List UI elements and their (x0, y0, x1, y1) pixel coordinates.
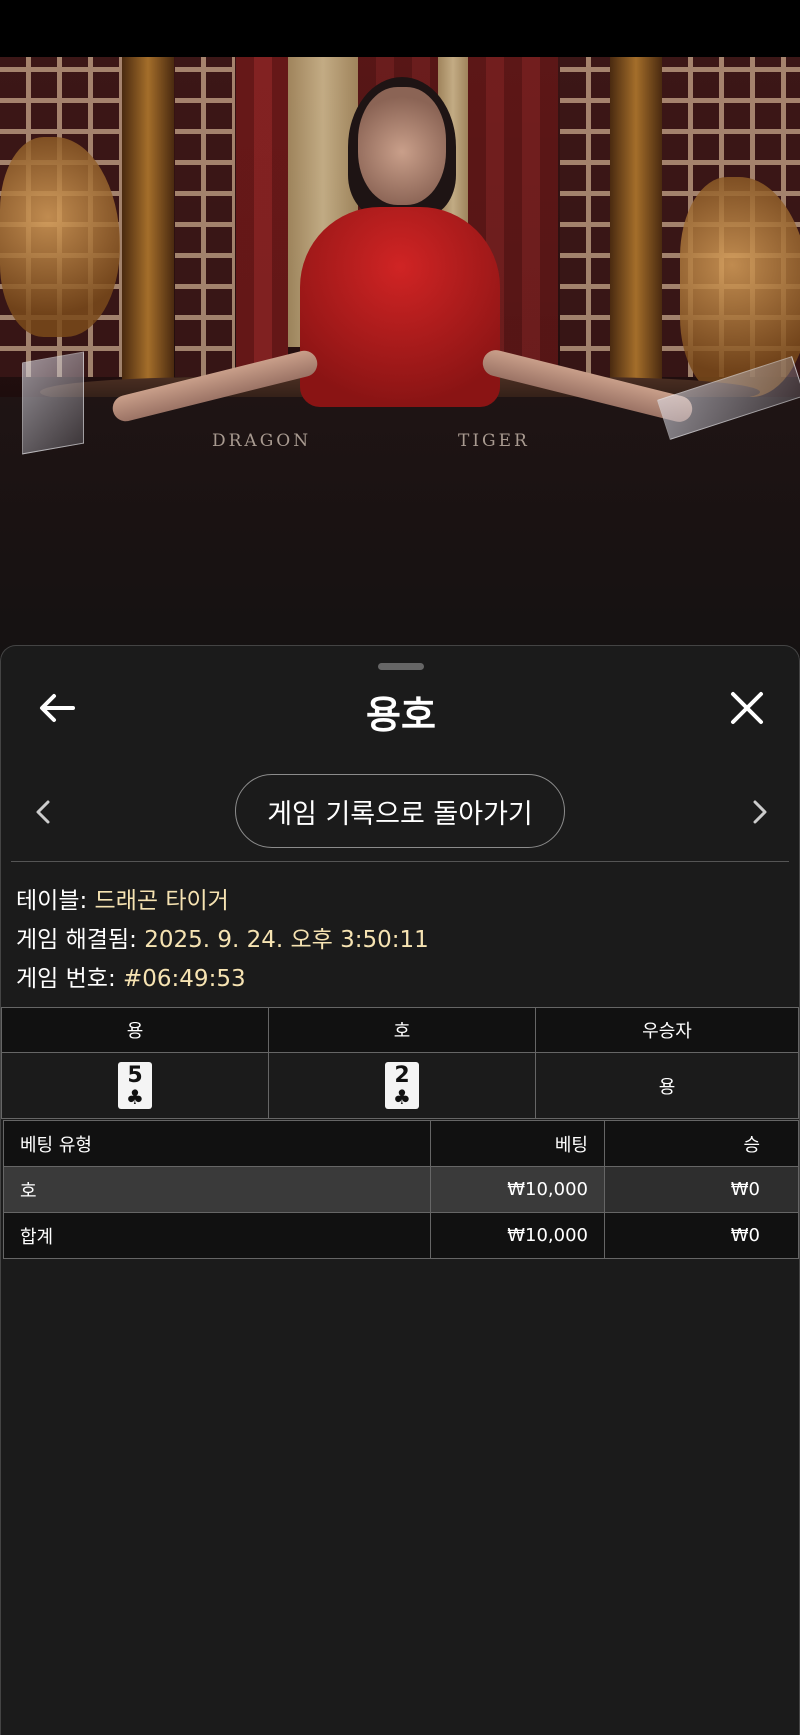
divider (11, 861, 789, 862)
dragon-table-label: DRAGON (212, 431, 312, 451)
close-button[interactable] (725, 686, 769, 730)
table-info: 테이블: 드래곤 타이거 (16, 881, 229, 915)
card-shoe (22, 351, 84, 455)
tiger-table-label: TIGER (458, 431, 530, 451)
bet-row: 호 ₩10,000 ₩0 (3, 1166, 799, 1213)
dragon-column-header: 용 (1, 1007, 269, 1053)
resolved-info: 게임 해결됨: 2025. 9. 24. 오후 3:50:11 (16, 920, 429, 954)
next-game-button[interactable] (746, 796, 774, 828)
resolved-info-label: 게임 해결됨: (16, 927, 137, 953)
bet-amount-cell: ₩10,000 (430, 1166, 605, 1213)
winner-cell: 용 (535, 1052, 799, 1119)
bet-table: 베팅 유형 베팅 승 호 ₩10,000 ₩0 합계 ₩10,000 ₩0 (3, 1120, 799, 1259)
dragon-card-cell: 5 ♣ (1, 1052, 269, 1119)
page-title: 용호 (366, 693, 436, 737)
win-amount-cell: ₩0 (604, 1166, 799, 1213)
winner-column-header: 우승자 (535, 1007, 799, 1053)
total-bet-cell: ₩10,000 (430, 1212, 605, 1259)
game-detail-sheet: 용호 게임 기록으로 돌아가기 테이블: 드래곤 타이거 게임 해결됨: 202… (0, 645, 800, 1735)
live-video-feed: DRAGON TIGER (0, 57, 800, 657)
chevron-left-icon (36, 800, 50, 824)
bet-type-cell: 호 (3, 1166, 431, 1213)
dealer (358, 87, 446, 205)
close-icon (731, 692, 763, 724)
result-row: 5 ♣ 2 ♣ 용 (1, 1052, 799, 1119)
total-label-cell: 합계 (3, 1212, 431, 1259)
total-win-cell: ₩0 (604, 1212, 799, 1259)
tiger-card-rank: 2 (394, 1062, 410, 1088)
game-number-label: 게임 번호: (16, 966, 116, 992)
dragon-card: 5 ♣ (118, 1062, 152, 1109)
resolved-info-value: 2025. 9. 24. 오후 3:50:11 (144, 927, 429, 953)
drag-handle[interactable] (378, 663, 424, 670)
club-suit-icon: ♣ (393, 1084, 411, 1109)
status-bar (0, 0, 800, 57)
tiger-column-header: 호 (268, 1007, 536, 1053)
result-header-row: 용 호 우승자 (1, 1007, 799, 1053)
bet-total-row: 합계 ₩10,000 ₩0 (3, 1212, 799, 1259)
bet-header-row: 베팅 유형 베팅 승 (3, 1120, 799, 1167)
result-table: 용 호 우승자 5 ♣ 2 ♣ 용 (1, 1007, 799, 1119)
game-number-info: 게임 번호: #06:49:53 (16, 959, 246, 993)
club-suit-icon: ♣ (126, 1084, 144, 1109)
previous-game-button[interactable] (29, 796, 57, 828)
win-amount-header: 승 (604, 1120, 799, 1167)
back-to-history-button[interactable]: 게임 기록으로 돌아가기 (235, 774, 565, 848)
lattice-decor (175, 57, 235, 377)
bet-amount-header: 베팅 (430, 1120, 605, 1167)
tiger-card: 2 ♣ (385, 1062, 419, 1109)
game-number-value: #06:49:53 (123, 966, 246, 992)
dealer-dress (300, 207, 500, 407)
tiger-card-cell: 2 ♣ (268, 1052, 536, 1119)
chevron-right-icon (753, 800, 767, 824)
bet-type-header: 베팅 유형 (3, 1120, 431, 1167)
dragon-card-rank: 5 (127, 1062, 143, 1088)
table-info-value: 드래곤 타이거 (94, 888, 229, 914)
table-info-label: 테이블: (16, 888, 88, 914)
